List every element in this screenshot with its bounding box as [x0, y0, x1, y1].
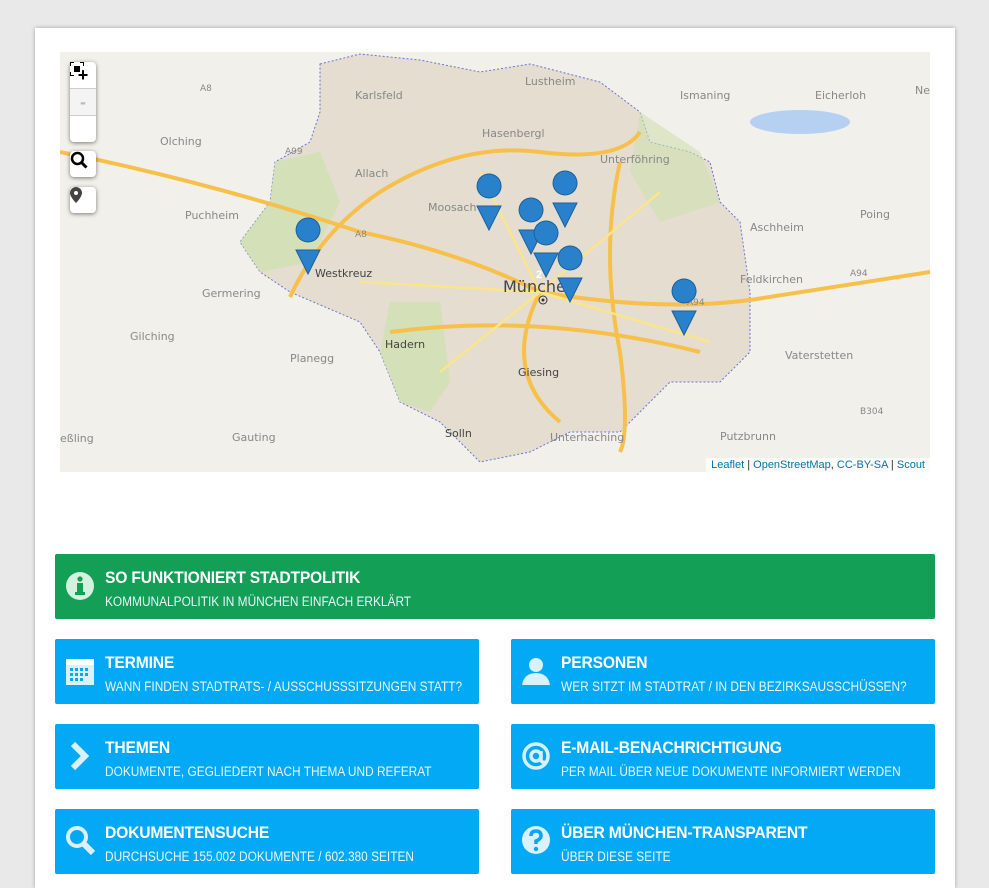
- locate-control: [70, 187, 96, 213]
- featured-tile-stadtpolitik[interactable]: SO FUNKTIONIERT STADTPOLITIK KOMMUNALPOL…: [55, 554, 935, 619]
- map-tiles: Lustheim Eicherloh Karlsfeld Ismaning Ne…: [60, 53, 930, 463]
- person-icon: [522, 658, 550, 685]
- map-label: Hadern: [385, 338, 425, 351]
- map-label: Eicherloh: [815, 89, 866, 102]
- search-icon: [70, 151, 88, 169]
- road-label: A99: [285, 147, 303, 157]
- question-icon: [522, 826, 550, 854]
- calendar-icon: [66, 659, 94, 685]
- map-label: Giesing: [518, 366, 559, 379]
- map-label: eßling: [60, 432, 94, 445]
- map-label: Hasenbergl: [482, 127, 545, 140]
- map-pin-icon: [70, 187, 82, 203]
- tile-personen[interactable]: PERSONEN WER SITZT IM STADTRAT / IN DEN …: [511, 639, 935, 704]
- map-label: Germering: [202, 287, 261, 300]
- zoom-control: + -: [70, 62, 96, 142]
- map-attribution: Leaflet | OpenStreetMap, CC-BY-SA | Scou…: [706, 458, 930, 472]
- tile-subtitle: PER MAIL ÜBER NEUE DOKUMENTE INFORMIERT …: [561, 764, 901, 779]
- map-label: Olching: [160, 135, 202, 148]
- osm-link[interactable]: OpenStreetMap: [753, 459, 831, 471]
- at-icon: [522, 742, 550, 770]
- tile-title: THEMEN: [105, 738, 170, 757]
- map-label: Allach: [355, 167, 388, 180]
- tile-themen[interactable]: THEMEN DOKUMENTE, GEGLIEDERT NACH THEMA …: [55, 724, 479, 789]
- tile-ueber[interactable]: ÜBER MÜNCHEN-TRANSPARENT ÜBER DIESE SEIT…: [511, 809, 935, 874]
- map-label: Aschheim: [750, 221, 804, 234]
- road-label: B304: [860, 407, 884, 417]
- leaflet-link[interactable]: Leaflet: [711, 459, 744, 471]
- marker-cluster-count[interactable]: 2: [536, 269, 542, 281]
- map-label: Unterföhring: [600, 153, 670, 166]
- map-label: Gauting: [232, 431, 276, 444]
- search-icon: [66, 826, 95, 856]
- map-label: Neu: [915, 84, 930, 97]
- fullscreen-icon: [70, 62, 84, 76]
- road-label: A94: [850, 269, 868, 279]
- road-label: A8: [355, 230, 367, 240]
- map-label: Feldkirchen: [740, 273, 803, 286]
- tile-title: PERSONEN: [561, 653, 648, 672]
- map-label: Gilching: [130, 330, 175, 343]
- tile-title: TERMINE: [105, 653, 175, 672]
- map-label: Lustheim: [525, 75, 575, 88]
- tile-termine[interactable]: TERMINE WANN FINDEN STADTRATS- / AUSSCHU…: [55, 639, 479, 704]
- tile-subtitle: KOMMUNALPOLITIK IN MÜNCHEN EINFACH ERKLÄ…: [105, 594, 412, 609]
- tile-subtitle: DOKUMENTE, GEGLIEDERT NACH THEMA UND REF…: [105, 764, 432, 779]
- tile-email[interactable]: E-MAIL-BENACHRICHTIGUNG PER MAIL ÜBER NE…: [511, 724, 935, 789]
- tile-title: E-MAIL-BENACHRICHTIGUNG: [561, 738, 782, 757]
- road-label: A8: [200, 84, 212, 94]
- tile-subtitle: DURCHSUCHE 155.002 DOKUMENTE / 602.380 S…: [105, 849, 414, 864]
- tile-title: SO FUNKTIONIERT STADTPOLITIK: [105, 568, 361, 587]
- tile-subtitle: ÜBER DIESE SEITE: [561, 849, 671, 864]
- map-label: Unterhaching: [550, 431, 624, 444]
- zoom-out-button[interactable]: -: [70, 89, 96, 116]
- map-search-button[interactable]: [70, 151, 96, 177]
- tile-subtitle: WANN FINDEN STADTRATS- / AUSSCHUSSSITZUN…: [105, 679, 463, 694]
- map-label: Poing: [860, 208, 890, 221]
- map-label: Planegg: [290, 352, 334, 365]
- map-label: Ismaning: [680, 89, 730, 102]
- map-label: Solln: [445, 427, 472, 440]
- map-label: Puchheim: [185, 209, 239, 222]
- scout-link[interactable]: Scout: [897, 459, 925, 471]
- map-label: Putzbrunn: [720, 430, 776, 443]
- tile-dokumentensuche[interactable]: DOKUMENTENSUCHE DURCHSUCHE 155.002 DOKUM…: [55, 809, 479, 874]
- map-label: Karlsfeld: [355, 89, 403, 102]
- map-label: Moosach: [428, 201, 476, 214]
- license-link[interactable]: CC-BY-SA: [837, 459, 888, 471]
- tile-title: ÜBER MÜNCHEN-TRANSPARENT: [561, 823, 808, 842]
- map[interactable]: Lustheim Eicherloh Karlsfeld Ismaning Ne…: [60, 52, 930, 472]
- search-control: [70, 151, 96, 177]
- tile-title: DOKUMENTENSUCHE: [105, 823, 270, 842]
- locate-button[interactable]: [70, 187, 96, 213]
- tile-subtitle: WER SITZT IM STADTRAT / IN DEN BEZIRKSAU…: [561, 679, 907, 694]
- map-label: Vaterstetten: [785, 349, 853, 362]
- info-icon: [66, 572, 94, 600]
- map-label: Westkreuz: [315, 267, 372, 280]
- fullscreen-button[interactable]: [70, 62, 96, 142]
- chevron-right-icon: [70, 741, 90, 771]
